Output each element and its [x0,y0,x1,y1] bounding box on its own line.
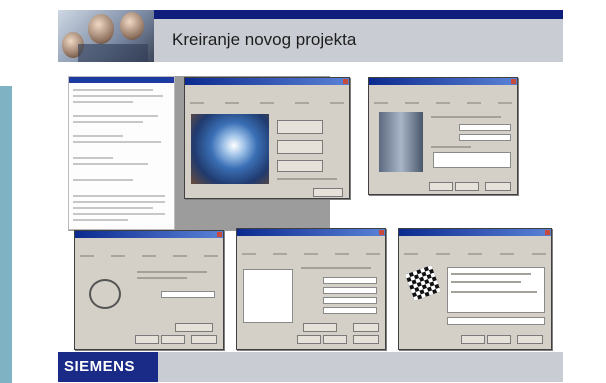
close-icon [217,232,222,237]
close-icon [545,230,550,235]
slide-footer: SIEMENS [58,352,563,382]
close-icon [379,230,384,235]
wizard-interface-dialog [74,230,224,350]
siemens-logo: SIEMENS [64,358,136,375]
slide-header: Kreiranje novog projekta [58,10,563,62]
header-photo [58,10,154,62]
page-title: Kreiranje novog projekta [172,30,357,49]
wizard-welcome-dialog [184,77,350,199]
presentation-slide: Kreiranje novog projekta SIEMENS [58,10,563,382]
siemens-logo-box: SIEMENS [58,352,158,382]
connector-icon [89,279,121,309]
block-tree [243,269,293,323]
wizard-cpu-dialog [368,77,518,195]
left-accent-bar [0,86,12,383]
wizard-blocks-dialog [236,228,386,350]
header-top-bar [154,10,563,19]
project-document-screenshot [68,76,175,230]
wizard-finish-dialog [398,228,552,350]
wizard-illustration [191,114,269,184]
title-band: Kreiranje novog projekta [154,19,563,62]
slide-content [58,62,563,352]
close-icon [511,79,516,84]
close-icon [343,79,348,84]
checkered-flag-icon [405,265,441,301]
cpu-hardware-image [379,112,423,172]
